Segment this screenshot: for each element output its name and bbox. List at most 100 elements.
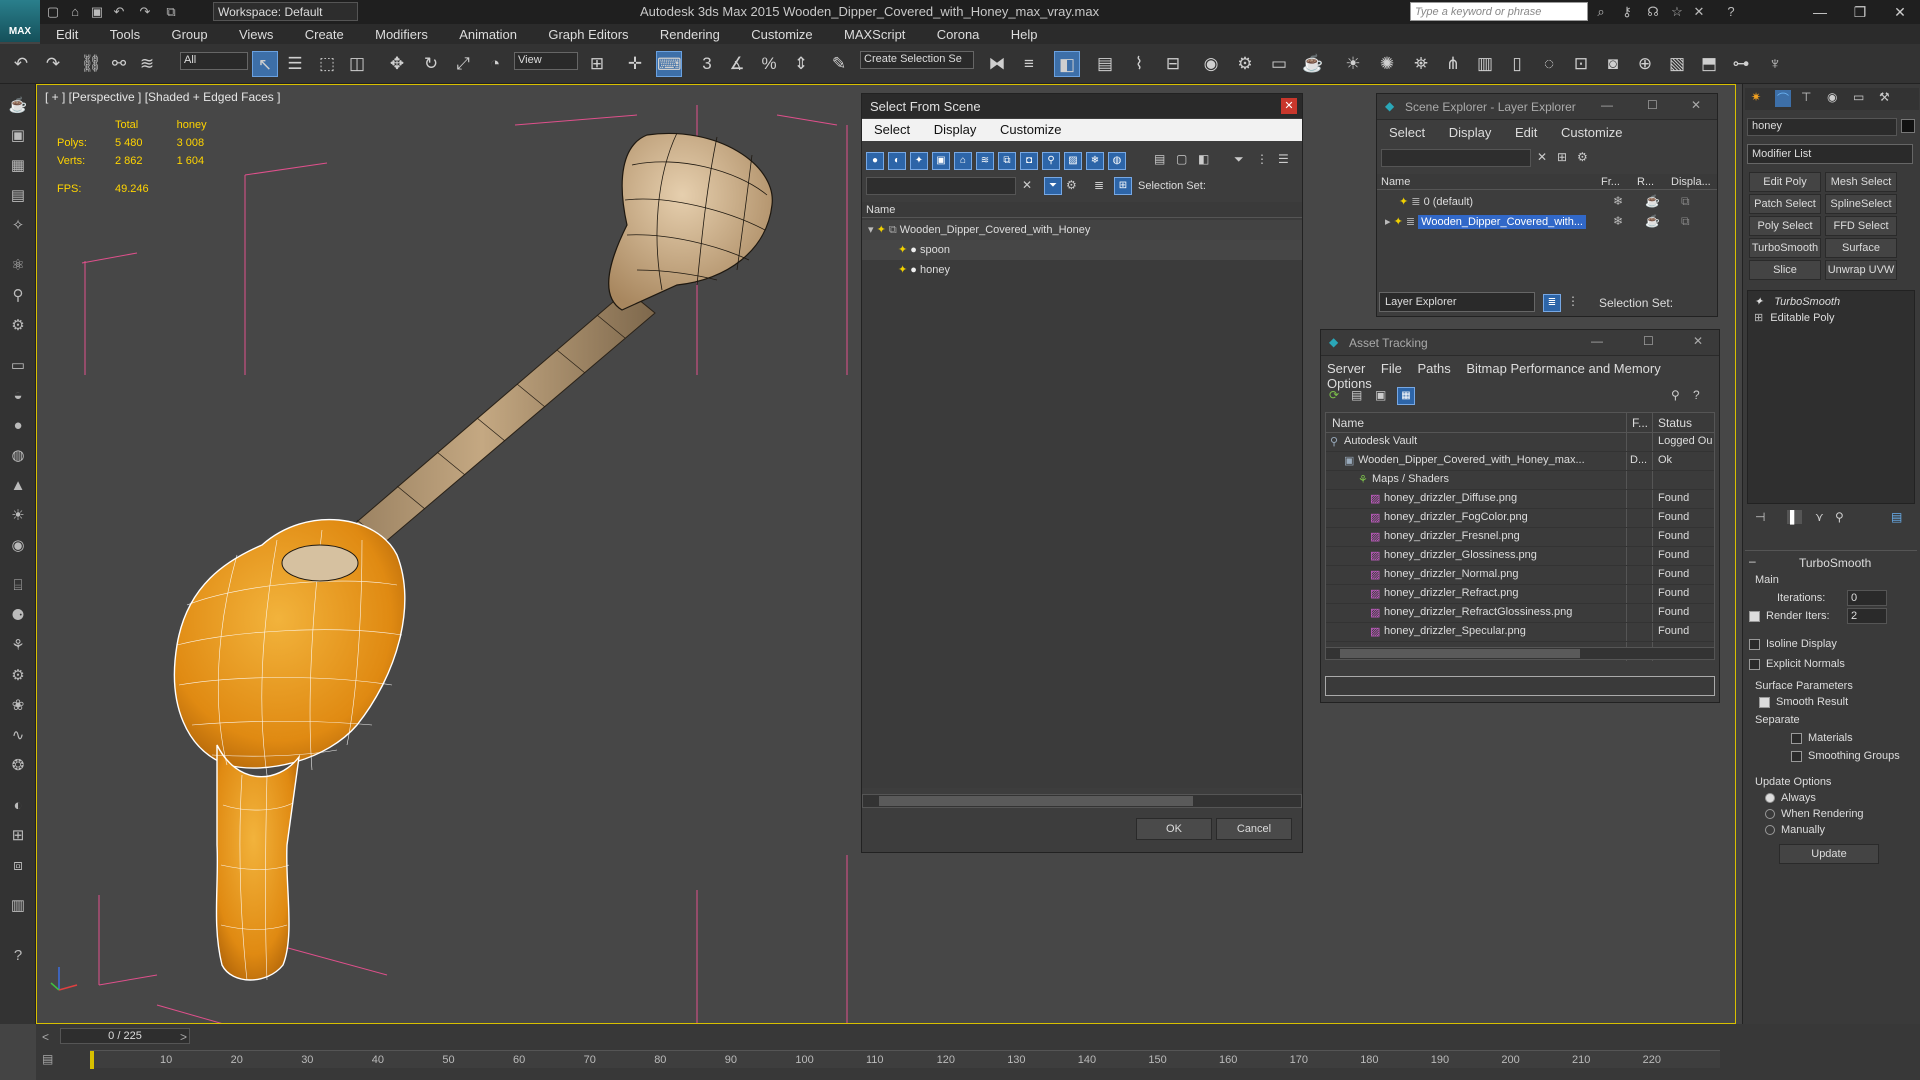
app-logo[interactable]: MAX [0, 0, 40, 42]
menu-graph-editors[interactable]: Graph Editors [548, 24, 628, 45]
list-item[interactable]: ✦ ● honey [862, 260, 1302, 280]
asset-row[interactable]: ▨ honey_drizzler_RefractGlossiness.png Fou… [1326, 604, 1714, 623]
skin-icon[interactable]: ⚘ [6, 634, 30, 658]
menu-select[interactable]: Select [1389, 125, 1425, 140]
mesh-select-button[interactable]: Mesh Select [1825, 172, 1897, 192]
slice-button[interactable]: Slice [1749, 260, 1821, 280]
cone-icon[interactable]: ▲ [6, 474, 30, 498]
menu-display[interactable]: Display [934, 122, 977, 137]
menu-help[interactable]: Help [1011, 24, 1038, 45]
materials-checkbox[interactable]: Materials [1791, 732, 1853, 744]
xref-filter-icon[interactable]: ◘ [1020, 152, 1038, 170]
lightbulb-icon[interactable]: ✦ [898, 264, 907, 276]
menu-customize[interactable]: Customize [1561, 125, 1622, 140]
expand-arrow-icon[interactable]: ▾ [868, 224, 874, 236]
angle-snap-icon[interactable]: ∡ [724, 51, 750, 77]
place-icon[interactable]: ◔ [482, 51, 508, 77]
render-iters-spinner[interactable]: 2 [1847, 608, 1887, 624]
col-display[interactable]: Displa... [1671, 176, 1711, 188]
menu-display[interactable]: Display [1449, 125, 1492, 140]
remove-modifier-icon[interactable]: ⚲ [1835, 510, 1844, 524]
create-selection-set-dropdown[interactable]: Create Selection Se [860, 51, 974, 69]
manually-radio[interactable]: Manually [1765, 824, 1825, 836]
vray-plane-icon[interactable]: ▯ [1504, 51, 1530, 77]
redo-icon[interactable]: ↷ [40, 51, 66, 77]
layer-options-icon[interactable]: ⚙ [1577, 150, 1588, 164]
render-icon[interactable]: ☕ [1300, 51, 1326, 77]
freeze-icon[interactable]: ❄ [1613, 194, 1623, 208]
exchange-icon[interactable]: ✕ [1690, 3, 1708, 21]
isoline-display-checkbox[interactable]: Isoline Display [1749, 638, 1837, 650]
open-file-icon[interactable]: ⌂ [66, 3, 84, 21]
link-icon[interactable]: ⛓ [78, 51, 104, 77]
menu-edit[interactable]: Edit [56, 24, 78, 45]
display-icon[interactable]: ⧉ [1681, 194, 1690, 209]
turbosmooth-button[interactable]: TurboSmooth [1749, 238, 1821, 258]
ref-coord-dropdown[interactable]: View [514, 52, 578, 70]
name-column-header[interactable]: Name [862, 202, 1302, 218]
select-none-icon[interactable]: ▢ [1176, 152, 1187, 166]
rendered-frame-icon[interactable]: ▭ [1266, 51, 1292, 77]
lightbulb-icon[interactable]: ✦ [1399, 196, 1408, 208]
binoculars-icon[interactable]: ⌕ [1592, 3, 1610, 21]
keyboard-shortcut-icon[interactable]: ⌨ [656, 51, 682, 77]
close-button[interactable]: ✕ [1281, 98, 1297, 114]
edit-named-sets-icon[interactable]: ✎ [826, 51, 852, 77]
vray-fur-icon[interactable]: ⋔ [1440, 51, 1466, 77]
patch-select-button[interactable]: Patch Select [1749, 194, 1821, 214]
asset-row[interactable]: ▨ honey_drizzler_Diffuse.png Found [1326, 490, 1714, 509]
spinner-snap-icon[interactable]: ⇕ [788, 51, 814, 77]
motion-tab-icon[interactable]: ◉ [1827, 90, 1837, 104]
select-all-icon[interactable]: ▤ [1154, 152, 1165, 166]
asset-row[interactable]: ▨ honey_drizzler_Normal.png Found [1326, 566, 1714, 585]
sphere-icon[interactable]: ● [6, 414, 30, 438]
signin-icon[interactable]: ☊ [1644, 3, 1662, 21]
edit-poly-button[interactable]: Edit Poly [1749, 172, 1821, 192]
lightbulb-icon[interactable]: ✦ [1754, 296, 1763, 308]
update-button[interactable]: Update [1779, 844, 1879, 864]
dummy-icon[interactable]: ⚙ [6, 314, 30, 338]
explorer-type-dropdown[interactable]: Layer Explorer [1379, 292, 1535, 312]
group-filter-icon[interactable]: ⧉ [998, 152, 1016, 170]
vault-connect-icon[interactable]: ⚲ [1671, 388, 1680, 402]
add-layer-icon[interactable]: ⊞ [1557, 150, 1567, 164]
light-icon[interactable]: ☀ [1340, 51, 1366, 77]
vray-frame-buffer-icon[interactable]: ⊡ [1568, 51, 1594, 77]
poly-select-button[interactable]: Poly Select [1749, 216, 1821, 236]
plane-icon[interactable]: ▭ [6, 354, 30, 378]
hidden-filter-icon[interactable]: ◍ [1108, 152, 1126, 170]
object-name-field[interactable]: honey [1747, 118, 1897, 136]
menu-edit[interactable]: Edit [1515, 125, 1537, 140]
menu-maxscript[interactable]: MAXScript [844, 24, 905, 45]
selection-filter-dropdown[interactable]: All [180, 52, 248, 70]
frozen-filter-icon[interactable]: ❄ [1086, 152, 1104, 170]
layer-explorer-icon[interactable]: ◧ [1054, 51, 1080, 77]
scrollbar-thumb[interactable] [1340, 649, 1580, 658]
window-crossing-icon[interactable]: ◫ [344, 51, 370, 77]
cancel-button[interactable]: Cancel [1216, 818, 1292, 840]
hierarchy-icon[interactable]: ⋮ [1567, 294, 1579, 308]
horizontal-scrollbar[interactable] [862, 794, 1302, 808]
vray-rt-icon[interactable]: ⊶ [1728, 51, 1754, 77]
asset-row[interactable]: ▨ honey_drizzler_Fresnel.png Found [1326, 528, 1714, 547]
hierarchy-tab-icon[interactable]: ⊤ [1801, 90, 1811, 104]
smoothing-groups-checkbox[interactable]: Smoothing Groups [1791, 750, 1900, 762]
expand-arrow-icon[interactable]: ▸ [1385, 216, 1391, 228]
asset-row[interactable]: ⚲ Autodesk Vault Logged Ou [1326, 433, 1714, 452]
lightbulb-icon[interactable]: ✦ [877, 224, 886, 236]
asset-row[interactable]: ▨ honey_drizzler_Specular.png Found [1326, 623, 1714, 642]
stack-item[interactable]: ⊞ Editable Poly [1754, 311, 1835, 324]
grid-icon[interactable]: ▦ [6, 154, 30, 178]
help-icon[interactable]: ? [1722, 3, 1740, 21]
ffd-select-button[interactable]: FFD Select [1825, 216, 1897, 236]
cloth-icon[interactable]: ❂ [6, 754, 30, 778]
menu-select[interactable]: Select [874, 122, 910, 137]
asset-row[interactable]: ⚘ Maps / Shaders [1326, 471, 1714, 490]
vray-sphere-icon[interactable]: ◌ [1536, 51, 1562, 77]
unwrap-uvw-button[interactable]: Unwrap UVW [1825, 260, 1897, 280]
col-name[interactable]: Name [1332, 416, 1364, 430]
layers-icon[interactable]: ≣ [1094, 178, 1104, 192]
find-input[interactable] [1381, 149, 1531, 167]
iterations-spinner[interactable]: 0 [1847, 590, 1887, 606]
search-input[interactable]: Type a keyword or phrase [1410, 2, 1588, 21]
